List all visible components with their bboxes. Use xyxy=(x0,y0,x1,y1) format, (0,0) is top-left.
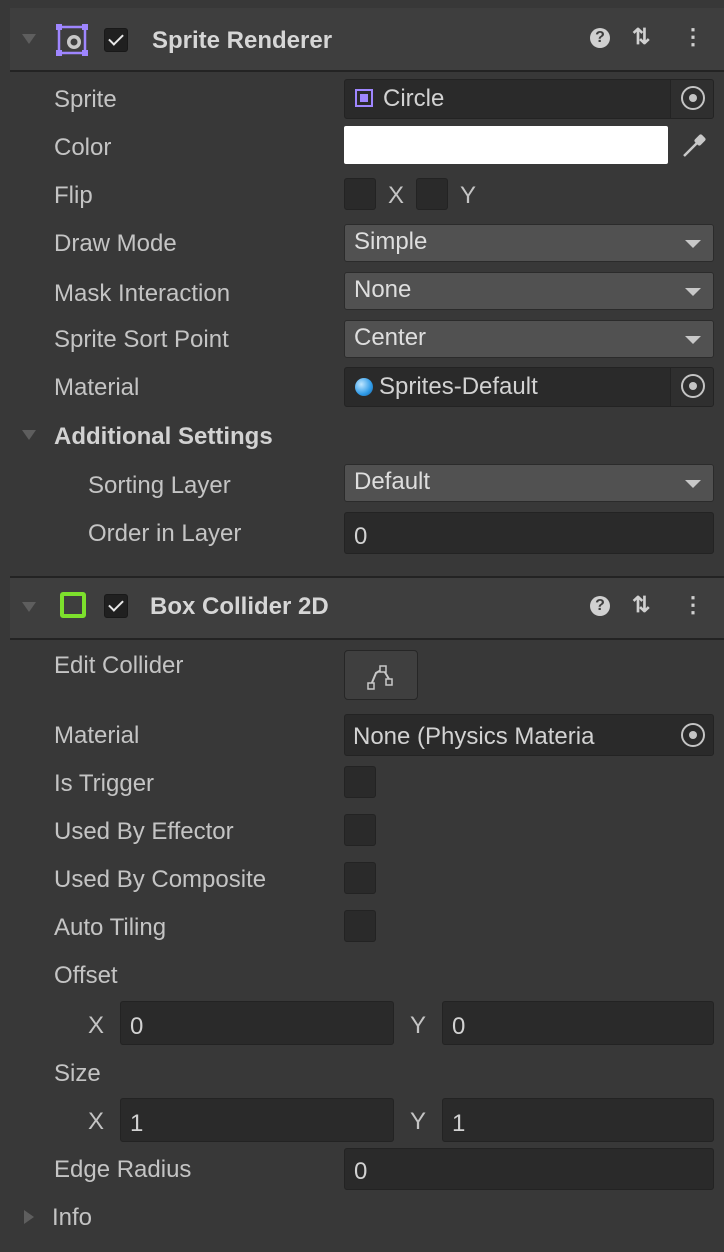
help-icon[interactable]: ? xyxy=(590,28,610,48)
sprite-value: Circle xyxy=(383,85,445,112)
flip-x-checkbox[interactable] xyxy=(344,178,376,210)
flip-label: Flip xyxy=(54,182,93,209)
mask-interaction-value: None xyxy=(354,276,412,303)
color-label: Color xyxy=(54,134,112,161)
edit-collider-icon xyxy=(367,665,393,690)
draw-mode-label: Draw Mode xyxy=(54,230,177,257)
info-foldout-icon[interactable] xyxy=(24,1210,34,1224)
size-y-label: Y xyxy=(410,1108,427,1135)
presets-icon[interactable]: ⇅ xyxy=(632,24,650,50)
edge-radius-label: Edge Radius xyxy=(54,1156,192,1183)
physics-material-value: None (Physics Materia xyxy=(353,723,595,750)
is-trigger-label: Is Trigger xyxy=(54,770,155,797)
order-in-layer-input[interactable]: 0 xyxy=(344,512,714,554)
auto-tiling-label: Auto Tiling xyxy=(54,914,167,941)
draw-mode-dropdown[interactable]: Simple xyxy=(344,224,714,262)
object-picker-icon xyxy=(681,374,705,398)
edge-radius-input[interactable]: 0 xyxy=(344,1148,714,1190)
box-collider-foldout-icon[interactable] xyxy=(22,602,36,612)
order-in-layer-label: Order in Layer xyxy=(88,520,242,547)
sprite-sort-point-value: Center xyxy=(354,324,427,351)
physics-material-picker-button[interactable] xyxy=(671,715,713,755)
sorting-layer-label: Sorting Layer xyxy=(88,472,231,499)
sprite-picker-button[interactable] xyxy=(670,80,713,118)
sprite-asset-icon xyxy=(355,89,373,107)
used-by-effector-label: Used By Effector xyxy=(54,818,234,845)
sprite-label: Sprite xyxy=(54,86,117,113)
used-by-composite-label: Used By Composite xyxy=(54,866,267,893)
size-x-input[interactable]: 1 xyxy=(120,1098,394,1142)
context-menu-icon[interactable]: ⋮ xyxy=(682,592,704,618)
edit-collider-label: Edit Collider xyxy=(54,652,184,679)
physics-material-field[interactable]: None (Physics Materia xyxy=(344,714,714,756)
sprite-renderer-component-icon xyxy=(56,24,88,56)
sprite-object-field[interactable]: Circle xyxy=(344,79,714,119)
mask-interaction-dropdown[interactable]: None xyxy=(344,272,714,310)
offset-y-label: Y xyxy=(410,1012,427,1039)
sprite-renderer-title: Sprite Renderer xyxy=(152,27,333,54)
collider-material-label: Material xyxy=(54,722,140,749)
box-collider-component-icon xyxy=(60,592,86,618)
sprite-renderer-foldout-icon[interactable] xyxy=(22,34,36,44)
dropdown-arrow-icon xyxy=(685,480,701,488)
draw-mode-value: Simple xyxy=(354,228,428,255)
offset-x-input[interactable]: 0 xyxy=(120,1001,394,1045)
dropdown-arrow-icon xyxy=(685,240,701,248)
material-picker-button[interactable] xyxy=(670,368,713,406)
material-asset-icon xyxy=(355,378,373,396)
help-icon[interactable]: ? xyxy=(590,596,610,616)
flip-x-label: X xyxy=(388,182,405,209)
object-picker-icon xyxy=(681,86,705,110)
auto-tiling-checkbox[interactable] xyxy=(344,910,376,942)
info-label[interactable]: Info xyxy=(52,1204,92,1232)
header-divider xyxy=(10,638,724,640)
edit-collider-button[interactable] xyxy=(344,650,418,700)
additional-settings-foldout-icon[interactable] xyxy=(22,430,36,440)
offset-x-label: X xyxy=(88,1012,105,1039)
size-y-input[interactable]: 1 xyxy=(442,1098,714,1142)
sprite-renderer-enabled-checkbox[interactable] xyxy=(104,28,128,52)
dropdown-arrow-icon xyxy=(685,336,701,344)
additional-settings-title[interactable]: Additional Settings xyxy=(54,423,273,451)
mask-interaction-label: Mask Interaction xyxy=(54,280,231,307)
box-collider-title: Box Collider 2D xyxy=(150,593,329,620)
box-collider-enabled-checkbox[interactable] xyxy=(104,594,128,618)
size-label: Size xyxy=(54,1060,101,1087)
offset-label: Offset xyxy=(54,962,118,989)
flip-y-label: Y xyxy=(460,182,477,209)
sprite-sort-point-dropdown[interactable]: Center xyxy=(344,320,714,358)
header-divider xyxy=(10,70,724,72)
used-by-effector-checkbox[interactable] xyxy=(344,814,376,846)
dropdown-arrow-icon xyxy=(685,288,701,296)
sorting-layer-dropdown[interactable]: Default xyxy=(344,464,714,502)
presets-icon[interactable]: ⇅ xyxy=(632,592,650,618)
size-x-label: X xyxy=(88,1108,105,1135)
flip-y-checkbox[interactable] xyxy=(416,178,448,210)
used-by-composite-checkbox[interactable] xyxy=(344,862,376,894)
object-picker-icon xyxy=(681,723,705,747)
material-object-field[interactable]: Sprites-Default xyxy=(344,367,714,407)
offset-y-input[interactable]: 0 xyxy=(442,1001,714,1045)
context-menu-icon[interactable]: ⋮ xyxy=(682,24,704,50)
is-trigger-checkbox[interactable] xyxy=(344,766,376,798)
color-swatch[interactable] xyxy=(344,126,668,164)
sorting-layer-value: Default xyxy=(354,468,431,495)
sprite-sort-point-label: Sprite Sort Point xyxy=(54,326,229,353)
material-value: Sprites-Default xyxy=(379,373,538,400)
material-label: Material xyxy=(54,374,140,401)
eyedropper-icon[interactable] xyxy=(672,126,714,164)
